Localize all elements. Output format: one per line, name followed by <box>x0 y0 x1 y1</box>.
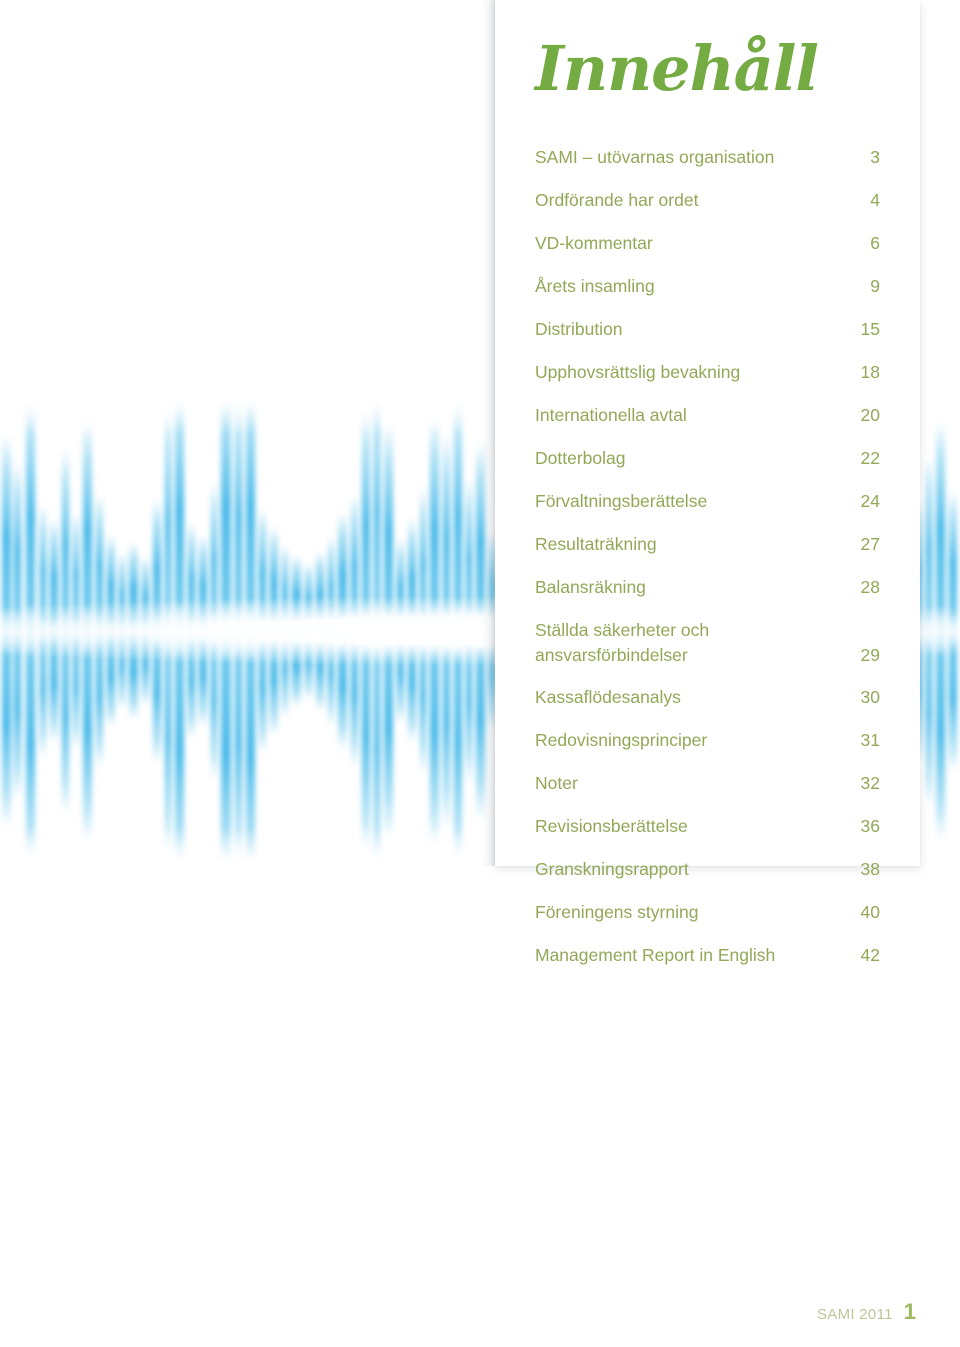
toc-entry-page-number: 4 <box>870 190 880 211</box>
toc-entry[interactable]: Förvaltningsberättelse 24 <box>535 489 880 514</box>
toc-entry-page-number: 29 <box>860 645 880 666</box>
toc-entry[interactable]: Upphovsrättslig bevakning 18 <box>535 360 880 385</box>
footer-publication-label: SAMI 2011 <box>816 1306 893 1323</box>
toc-entry-label: Årets insamling <box>535 276 655 297</box>
toc-entry-label: VD-kommentar <box>535 233 653 254</box>
toc-entry-label: Resultaträkning <box>535 534 657 555</box>
page-footer: SAMI 2011 1 <box>817 1299 916 1325</box>
toc-entry-page-number: 6 <box>870 233 880 254</box>
toc-entry-page-number: 22 <box>860 448 880 469</box>
toc-entry-label: SAMI – utövarnas organisation <box>535 147 775 167</box>
toc-entry-page-number: 38 <box>860 859 880 880</box>
toc-entry[interactable]: Ordförande har ordet 4 <box>535 188 880 213</box>
toc-entry-label: Management Report in English <box>535 945 776 966</box>
toc-entry-label: Dotterbolag <box>535 448 626 469</box>
toc-entry[interactable]: Distribution 15 <box>535 317 880 342</box>
toc-entry-label: Ställda säkerheter och ansvarsförbindels… <box>535 620 710 666</box>
toc-entry-page-number: 3 <box>870 147 880 167</box>
toc-entry-page-number: 24 <box>860 491 880 512</box>
toc-entry-label: Revisionsberättelse <box>535 816 688 837</box>
toc-entry[interactable]: Föreningens styrning 40 <box>535 900 880 925</box>
toc-entry[interactable]: Ställda säkerheter och ansvarsförbindels… <box>535 618 880 668</box>
toc-entry-label: Distribution <box>535 319 623 340</box>
toc-entry[interactable]: Revisionsberättelse 36 <box>535 814 880 839</box>
toc-entry-label: Internationella avtal <box>535 405 687 426</box>
footer-page-number: 1 <box>903 1299 916 1324</box>
toc-entry-label: Kassaflödesanalys <box>535 687 681 708</box>
toc-entry[interactable]: Granskningsrapport 38 <box>535 857 880 882</box>
toc-entry[interactable]: VD-kommentar 6 <box>535 231 880 256</box>
toc-entry-page-number: 20 <box>860 405 880 426</box>
toc-entry[interactable]: Dotterbolag 22 <box>535 446 880 471</box>
toc-entry-page-number: 15 <box>860 319 880 340</box>
toc-entry[interactable]: Årets insamling 9 <box>535 274 880 299</box>
toc-entry[interactable]: Management Report in English 42 <box>535 943 880 968</box>
table-of-contents-card: Innehåll SAMI – utövarnas organisation 3 O… <box>481 0 920 965</box>
toc-entry-page-number: 42 <box>860 945 880 966</box>
toc-entry-label: Föreningens styrning <box>535 902 699 923</box>
table-of-contents-list: SAMI – utövarnas organisation 3 Ordförande… <box>535 145 880 986</box>
toc-entry-page-number: 18 <box>860 362 880 383</box>
page-title: Innehåll <box>535 32 819 105</box>
toc-entry-page-number: 27 <box>860 534 880 555</box>
toc-entry-label: Redovisningsprinciper <box>535 730 708 751</box>
toc-entry-label: Upphovsrättslig bevakning <box>535 362 741 383</box>
toc-entry-label: Noter <box>535 773 578 794</box>
toc-entry[interactable]: Resultaträkning 27 <box>535 532 880 557</box>
toc-entry-page-number: 30 <box>860 687 880 708</box>
toc-entry-label: Förvaltningsberättelse <box>535 491 708 512</box>
toc-entry-page-number: 36 <box>860 816 880 837</box>
toc-entry-page-number: 32 <box>860 773 880 794</box>
toc-entry-page-number: 31 <box>860 730 880 751</box>
toc-entry-page-number: 9 <box>870 276 880 297</box>
toc-entry-label: Ordförande har ordet <box>535 190 699 211</box>
page-canvas: Innehåll SAMI – utövarnas organisation 3 O… <box>0 0 960 1347</box>
toc-entry-page-number: 40 <box>860 902 880 923</box>
toc-entry[interactable]: Redovisningsprinciper 31 <box>535 728 880 753</box>
toc-entry-page-number: 28 <box>860 577 880 598</box>
toc-entry-label: Balansräkning <box>535 577 646 598</box>
toc-entry[interactable]: Noter 32 <box>535 771 880 796</box>
toc-entry-label: Granskningsrapport <box>535 859 689 880</box>
toc-entry[interactable]: SAMI – utövarnas organisation 3 <box>535 145 880 170</box>
toc-entry[interactable]: Kassaflödesanalys 30 <box>535 685 880 710</box>
toc-entry[interactable]: Balansräkning 28 <box>535 575 880 600</box>
toc-entry[interactable]: Internationella avtal 20 <box>535 403 880 428</box>
